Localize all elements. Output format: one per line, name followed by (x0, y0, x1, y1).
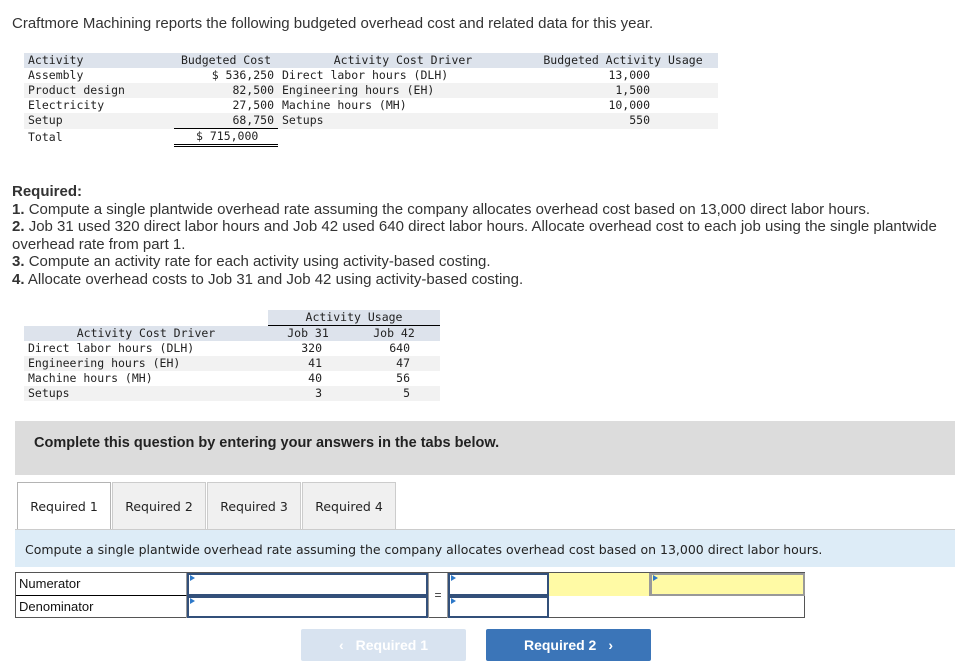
table-row: Direct labor hours (DLH) 320 640 (24, 341, 440, 356)
job-31-usage: 40 (308, 371, 322, 385)
activity-name: Product design (24, 83, 174, 98)
required-item-4: 4. Allocate overhead costs to Job 31 and… (12, 270, 524, 288)
job-42-usage: 640 (389, 341, 410, 355)
table-row: Assembly $ 536,250 Direct labor hours (D… (24, 68, 718, 83)
required-item-1: 1. Compute a single plantwide overhead r… (12, 200, 871, 218)
table-row: Electricity 27,500 Machine hours (MH) 10… (24, 98, 718, 113)
cost-driver: Direct labor hours (DLH) (28, 341, 195, 355)
cost-driver: Engineering hours (EH) (24, 356, 268, 371)
cost-driver: Machine hours (MH) (282, 98, 407, 112)
job-42-usage: 47 (348, 356, 440, 371)
cost-driver: Machine hours (MH) (28, 371, 153, 385)
col-job-42: Job 42 (348, 325, 440, 341)
activity-name: Setup (24, 113, 174, 129)
budgeted-usage: 10,000 (608, 98, 650, 112)
job-42-usage: 56 (396, 371, 410, 385)
budgeted-cost: 68,750 (174, 113, 278, 129)
cost-driver: Direct labor hours (DLH) (282, 68, 449, 82)
job-31-usage: 320 (301, 341, 322, 355)
table-row: Setup 68,750 Setups 550 (24, 113, 718, 129)
budgeted-usage: 1,500 (528, 83, 718, 98)
table-row: Product design 82,500 Engineering hours … (24, 83, 718, 98)
total-cost: $ 715,000 (174, 128, 278, 147)
denominator-label: Denominator (16, 596, 187, 618)
next-button[interactable]: Required 2 › (486, 629, 651, 661)
equals-sign: = (428, 573, 448, 618)
cost-driver: Setups (278, 113, 528, 129)
chevron-right-icon: › (608, 637, 614, 653)
denominator-input[interactable] (187, 596, 428, 618)
cost-driver: Setups (24, 386, 268, 401)
col-job-31: Job 31 (268, 325, 348, 341)
instruction-banner: Complete this question by entering your … (15, 421, 955, 475)
activity-usage-header: Activity Usage (268, 310, 440, 326)
numerator-input[interactable] (187, 573, 428, 596)
total-row: Total $ 715,000 (24, 128, 718, 147)
chevron-left-icon: ‹ (338, 637, 344, 653)
required-item-3: 3. Compute an activity rate for each act… (12, 253, 491, 270)
tab-bar: Required 1 Required 2 Required 3 Require… (17, 482, 397, 530)
required-section: Required: 1. Compute a single plantwide … (12, 183, 942, 288)
required-item-2: 2. Job 31 used 320 direct labor hours an… (12, 218, 937, 253)
tab-required-1[interactable]: Required 1 (17, 482, 111, 530)
tab-required-4[interactable]: Required 4 (302, 482, 396, 530)
job-31-usage: 3 (268, 386, 348, 401)
cost-driver: Engineering hours (EH) (278, 83, 528, 98)
rate-label-cell (549, 573, 650, 596)
budgeted-cost: 27,500 (232, 98, 274, 112)
col-activity: Activity (24, 53, 174, 68)
budget-table: Activity Budgeted Cost Activity Cost Dri… (24, 53, 718, 147)
job-31-usage: 41 (268, 356, 348, 371)
prev-button[interactable]: ‹ Required 1 (301, 629, 466, 661)
budgeted-usage: 550 (528, 113, 718, 129)
table-row: Machine hours (MH) 40 56 (24, 371, 440, 386)
usage-table: Activity Usage Activity Cost Driver Job … (24, 310, 440, 401)
intro-text: Craftmore Machining reports the followin… (12, 15, 654, 32)
table-row: Setups 3 5 (24, 386, 440, 401)
required-heading: Required: (12, 183, 83, 200)
rate-form: Numerator Denominator = (15, 572, 805, 618)
question-prompt: Compute a single plantwide overhead rate… (15, 529, 955, 567)
numerator-label: Numerator (16, 573, 187, 596)
col-budgeted-usage: Budgeted Activity Usage (528, 53, 718, 68)
activity-name: Electricity (28, 98, 105, 112)
numerator-result-input[interactable] (448, 573, 549, 596)
prev-button-label: Required 1 (355, 637, 429, 653)
col-cost-driver: Activity Cost Driver (278, 53, 528, 68)
job-42-usage: 5 (348, 386, 440, 401)
col-budgeted-cost: Budgeted Cost (174, 53, 278, 68)
budgeted-usage: 13,000 (608, 68, 650, 82)
activity-name: Assembly (28, 68, 84, 82)
next-button-label: Required 2 (523, 637, 597, 653)
col-cost-driver: Activity Cost Driver (24, 325, 268, 341)
budgeted-cost: 82,500 (174, 83, 278, 98)
total-label: Total (28, 129, 63, 144)
budgeted-cost: $ 536,250 (211, 68, 274, 82)
tab-required-2[interactable]: Required 2 (112, 482, 206, 530)
table-row: Engineering hours (EH) 41 47 (24, 356, 440, 371)
rate-input[interactable] (650, 573, 805, 596)
denominator-result-input[interactable] (448, 596, 549, 618)
tab-required-3[interactable]: Required 3 (207, 482, 301, 530)
